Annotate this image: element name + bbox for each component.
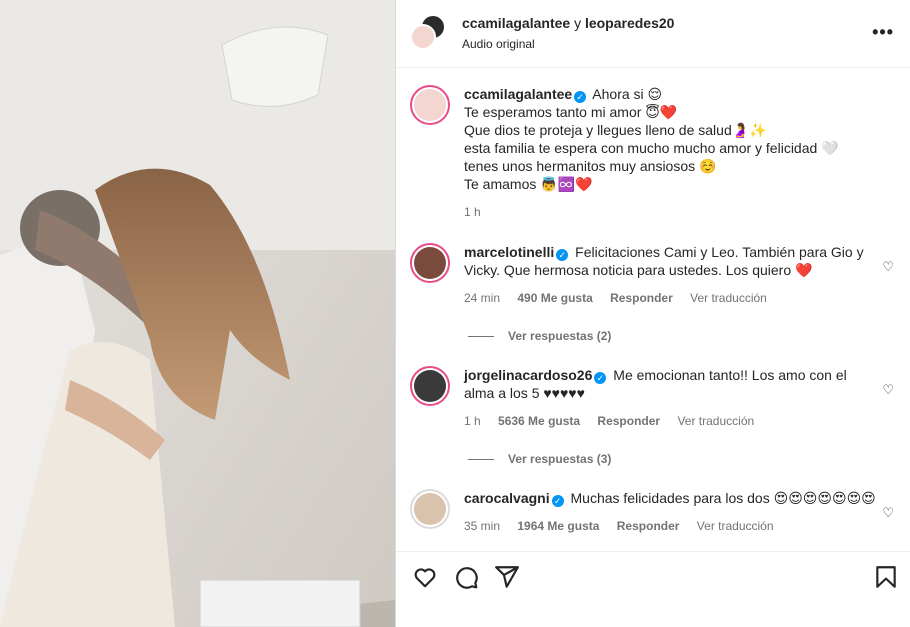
post-header: ccamilagalantee y leoparedes20 Audio ori…	[396, 0, 910, 68]
author-avatars[interactable]	[410, 14, 448, 52]
view-replies-label: Ver respuestas (2)	[508, 329, 612, 343]
comment-username[interactable]: marcelotinelli	[464, 244, 554, 260]
caption-line: Que dios te proteja y llegues lleno de s…	[464, 122, 767, 138]
translate-link[interactable]: Ver traducción	[697, 519, 774, 533]
comment-username[interactable]: carocalvagni	[464, 490, 550, 506]
verified-icon: ✓	[556, 249, 569, 261]
verified-icon: ✓	[551, 495, 564, 507]
post-authors: ccamilagalantee y leoparedes20	[462, 15, 674, 31]
view-replies[interactable]: Ver respuestas (3)	[468, 452, 611, 466]
comments-scroll[interactable]: ccamilagalantee ✓ Ahora si 😌 Te esperamos…	[396, 69, 910, 551]
avatar	[410, 24, 436, 50]
reply-button[interactable]: Responder	[610, 291, 673, 305]
audio-link[interactable]: Audio original	[462, 37, 535, 51]
verified-icon: ✓	[574, 91, 587, 103]
author-link[interactable]: ccamilagalantee	[462, 15, 570, 31]
timestamp: 1 h	[464, 205, 481, 219]
reply-button[interactable]: Responder	[597, 414, 660, 428]
likes-count[interactable]: 1964 Me gusta	[517, 519, 599, 533]
heart-icon[interactable]: ♡	[882, 259, 894, 275]
timestamp: 24 min	[464, 291, 501, 305]
timestamp: 35 min	[464, 519, 501, 533]
avatar[interactable]	[410, 85, 450, 125]
heart-icon[interactable]: ♡	[882, 505, 894, 521]
verified-icon: ✓	[594, 372, 607, 384]
avatar[interactable]	[410, 243, 450, 283]
heart-icon[interactable]: ♡	[882, 382, 894, 398]
reply-button[interactable]: Responder	[617, 519, 680, 533]
likes-count[interactable]: 490 Me gusta	[517, 291, 592, 305]
translate-link[interactable]: Ver traducción	[677, 414, 754, 428]
caption-line: esta familia te espera con mucho mucho a…	[464, 140, 839, 174]
comment-icon[interactable]	[453, 564, 479, 590]
post-actions	[396, 551, 910, 627]
authors-joiner: y	[574, 15, 582, 31]
share-icon[interactable]	[494, 564, 520, 590]
caption-line: Te esperamos tanto mi amor 😇❤️	[464, 104, 678, 120]
avatar[interactable]	[410, 366, 450, 406]
post-photo	[0, 0, 395, 627]
comment-username[interactable]: jorgelinacardoso26	[464, 367, 592, 383]
timestamp: 1 h	[464, 414, 481, 428]
avatar[interactable]	[410, 489, 450, 529]
likes-count[interactable]: 5636 Me gusta	[498, 414, 580, 428]
more-icon[interactable]: •••	[872, 22, 894, 43]
view-replies-label: Ver respuestas (3)	[508, 452, 612, 466]
post-media[interactable]	[0, 0, 395, 627]
bookmark-icon[interactable]	[873, 564, 899, 590]
post-panel: ccamilagalantee y leoparedes20 Audio ori…	[396, 0, 910, 627]
translate-link[interactable]: Ver traducción	[690, 291, 767, 305]
replies-line	[468, 336, 494, 338]
caption-username[interactable]: ccamilagalantee	[464, 86, 572, 102]
caption-line: Te amamos 👼♾️❤️	[464, 176, 593, 192]
view-replies[interactable]: Ver respuestas (2)	[468, 329, 611, 343]
replies-line	[468, 459, 494, 461]
author-link[interactable]: leoparedes20	[585, 15, 675, 31]
comment-text: Muchas felicidades para los dos 😍😍😍😍😍😍😍	[570, 490, 876, 506]
heart-icon[interactable]	[412, 564, 438, 590]
caption-line: Ahora si 😌	[592, 86, 663, 102]
